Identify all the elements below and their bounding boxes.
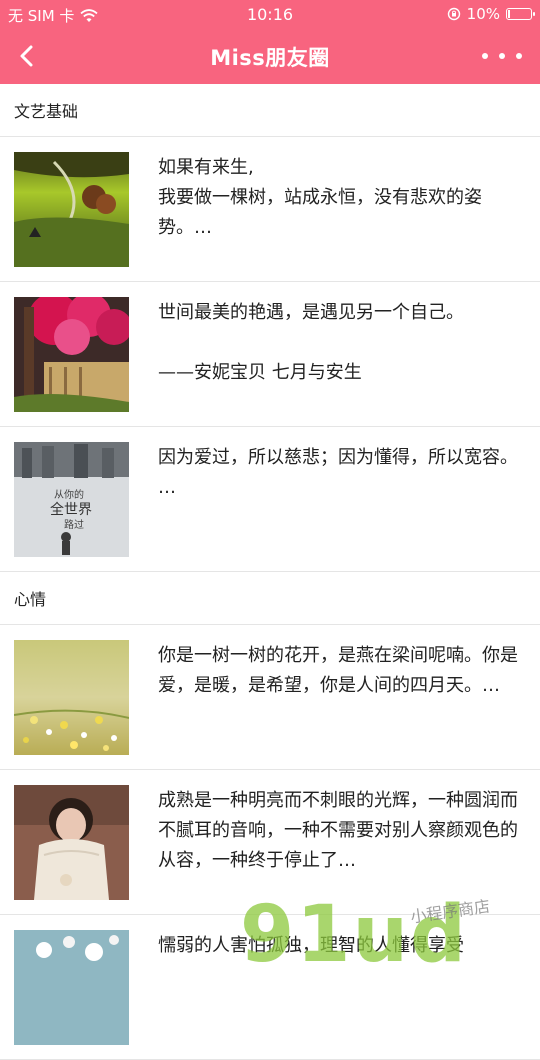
item-text: 世间最美的艳遇，是遇见另一个自己。 ——安妮宝贝 七月与安生 — [158, 302, 464, 383]
more-dot — [499, 53, 505, 59]
section-header: 心情 — [0, 572, 540, 625]
item-text: 成熟是一种明亮而不刺眼的光辉，一种圆润而不腻耳的音响，一种不需要对别人察颜观色的… — [158, 790, 518, 871]
more-dot — [516, 53, 522, 59]
thumbnail-image — [14, 640, 129, 755]
list-item[interactable]: 你是一树一树的花开，是燕在梁间呢喃。你是爱，是暖，是希望，你是人间的四月天。… — [0, 625, 540, 770]
feed-list: 文艺基础 如果有来生, 我要做一棵树，站成永恒，没有悲欢的姿势。… 世间最美的艳… — [0, 84, 540, 1060]
thumbnail-image — [14, 930, 129, 1045]
thumbnail-image — [14, 297, 129, 412]
thumbnail-image: 从你的 全世界 路过 — [14, 442, 129, 557]
status-bar: 无 SIM 卡 10:16 10% — [0, 0, 540, 28]
list-item[interactable]: 如果有来生, 我要做一棵树，站成永恒，没有悲欢的姿势。… — [0, 137, 540, 282]
more-dot — [482, 53, 488, 59]
book-title-line: 路过 — [64, 518, 84, 531]
book-title-line: 从你的 — [54, 488, 84, 501]
item-text: 因为爱过，所以慈悲；因为懂得，所以宽容。 … — [158, 447, 518, 498]
status-right: 10% — [447, 5, 535, 23]
battery-percent: 10% — [466, 5, 500, 23]
item-text: 你是一树一树的花开，是燕在梁间呢喃。你是爱，是暖，是希望，你是人间的四月天。… — [158, 645, 518, 696]
item-text: 如果有来生, 我要做一棵树，站成永恒，没有悲欢的姿势。… — [158, 157, 482, 238]
nav-bar: Miss朋友圈 — [0, 28, 540, 84]
battery-fill — [508, 10, 510, 18]
section-header: 文艺基础 — [0, 84, 540, 137]
list-item[interactable]: 从你的 全世界 路过 因为爱过，所以慈悲；因为懂得，所以宽容。 … — [0, 427, 540, 572]
thumbnail-image — [14, 785, 129, 900]
thumbnail-image — [14, 152, 129, 267]
page-title: Miss朋友圈 — [210, 46, 330, 70]
more-icon[interactable] — [482, 42, 522, 70]
list-item[interactable]: 世间最美的艳遇，是遇见另一个自己。 ——安妮宝贝 七月与安生 — [0, 282, 540, 427]
book-title-line: 全世界 — [50, 501, 92, 518]
orientation-lock-icon — [447, 7, 460, 21]
battery-icon — [506, 8, 535, 20]
